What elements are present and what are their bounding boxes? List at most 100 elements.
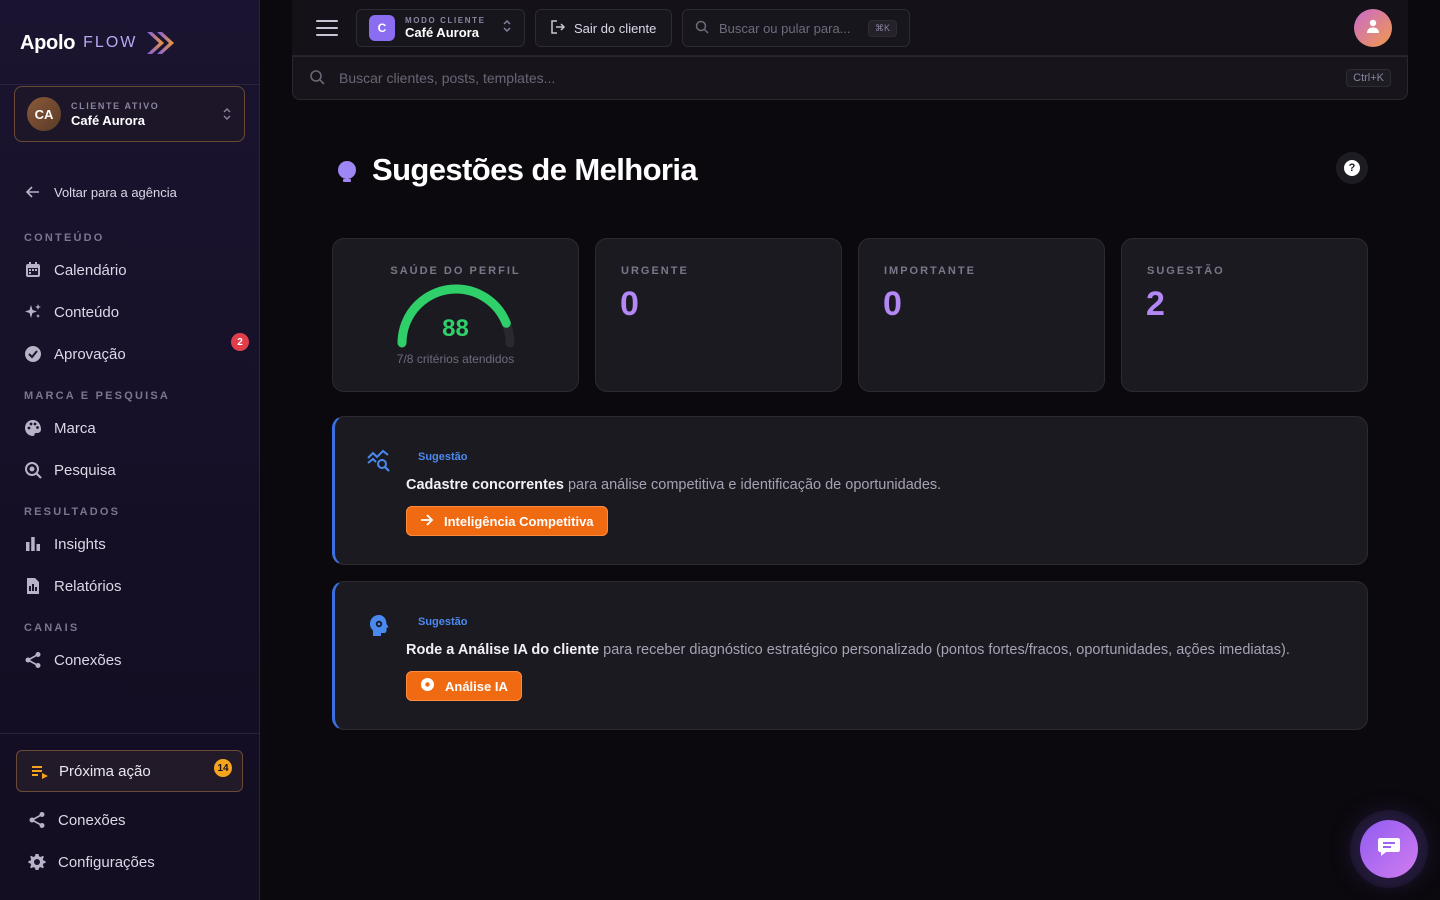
quick-search-shortcut: ⌘K bbox=[867, 19, 897, 37]
competitive-intelligence-button[interactable]: Inteligência Competitiva bbox=[406, 506, 608, 536]
sidebar-label-reports: Relatórios bbox=[54, 577, 122, 595]
global-search-shortcut: Ctrl+K bbox=[1346, 69, 1391, 87]
sparkles-icon bbox=[24, 303, 42, 321]
ai-brain-icon bbox=[420, 677, 435, 695]
competitor-analytics-icon bbox=[365, 447, 393, 475]
bar-chart-icon bbox=[24, 535, 42, 553]
chat-bubble-icon bbox=[1377, 836, 1401, 863]
sidebar-bottom-connections[interactable]: Conexões bbox=[28, 806, 126, 834]
stat-card-suggestion: SUGESTÃO 2 bbox=[1121, 238, 1368, 392]
chevron-logo-icon bbox=[145, 30, 177, 56]
arrow-left-icon bbox=[24, 183, 42, 201]
brand-name: Apolo bbox=[20, 31, 76, 54]
sidebar-item-brand[interactable]: Marca bbox=[24, 414, 96, 442]
competitive-intelligence-label: Inteligência Competitiva bbox=[444, 513, 594, 529]
client-card-label: CLIENTE ATIVO bbox=[71, 100, 160, 111]
stat-value-urgent: 0 bbox=[620, 285, 639, 323]
suggestion-text: Cadastre concorrentes para análise compe… bbox=[406, 477, 941, 493]
stat-value-suggestion: 2 bbox=[1146, 285, 1165, 323]
brand-logo[interactable]: Apolo FLOW bbox=[20, 28, 177, 58]
global-search-bar[interactable]: Buscar clientes, posts, templates... Ctr… bbox=[292, 56, 1408, 100]
updown-chevron-icon bbox=[222, 107, 232, 121]
sidebar-label-content: Conteúdo bbox=[54, 303, 120, 321]
section-channels: CANAIS bbox=[24, 622, 80, 634]
palette-icon bbox=[24, 419, 42, 437]
sidebar-item-content[interactable]: Conteúdo bbox=[24, 298, 119, 326]
research-search-icon bbox=[24, 461, 42, 479]
suggestion-card-competitors: Sugestão Cadastre concorrentes para anál… bbox=[332, 416, 1368, 565]
client-mode-label: MODO CLIENTE bbox=[405, 16, 486, 25]
next-action-badge: 14 bbox=[214, 759, 232, 777]
share-nodes-icon bbox=[24, 651, 42, 669]
sidebar-item-calendar[interactable]: Calendário bbox=[24, 256, 127, 284]
client-mode-avatar: C bbox=[369, 15, 395, 41]
stat-card-urgent: URGENTE 0 bbox=[595, 238, 842, 392]
sidebar-item-reports[interactable]: Relatórios bbox=[24, 572, 122, 600]
suggestion-text: Rode a Análise IA do cliente para recebe… bbox=[406, 642, 1290, 658]
calendar-icon bbox=[24, 261, 42, 279]
updown-chevron-icon bbox=[502, 19, 512, 38]
suggestion-tag: Sugestão bbox=[418, 451, 468, 463]
suggestion-text-bold: Rode a Análise IA do cliente bbox=[406, 642, 600, 658]
section-results: RESULTADOS bbox=[24, 506, 121, 518]
exit-client-label: Sair do cliente bbox=[574, 20, 657, 36]
sidebar-divider bbox=[0, 84, 259, 85]
stat-label-health: SAÚDE DO PERFIL bbox=[390, 265, 521, 277]
help-button[interactable]: ? bbox=[1336, 152, 1368, 184]
section-content: CONTEÚDO bbox=[24, 232, 105, 244]
client-avatar: CA bbox=[27, 97, 61, 131]
chat-fab-button[interactable] bbox=[1360, 820, 1418, 878]
sidebar-bottom-settings[interactable]: Configurações bbox=[28, 848, 155, 876]
stat-label-suggestion: SUGESTÃO bbox=[1147, 265, 1225, 277]
stat-label-important: IMPORTANTE bbox=[884, 265, 976, 277]
search-icon bbox=[309, 69, 325, 88]
client-switcher[interactable]: CA CLIENTE ATIVO Café Aurora bbox=[14, 86, 245, 142]
report-document-icon bbox=[24, 577, 42, 595]
health-score-value: 88 bbox=[442, 315, 469, 342]
sidebar-divider-bottom bbox=[0, 733, 259, 734]
sidebar-item-approval[interactable]: Aprovação bbox=[24, 340, 126, 368]
stat-label-urgent: URGENTE bbox=[621, 265, 689, 277]
suggestion-text-bold: Cadastre concorrentes bbox=[406, 477, 564, 493]
global-search-placeholder: Buscar clientes, posts, templates... bbox=[339, 70, 556, 86]
help-question-icon: ? bbox=[1344, 160, 1360, 176]
client-mode-name: Café Aurora bbox=[405, 25, 479, 40]
sidebar-item-research[interactable]: Pesquisa bbox=[24, 456, 116, 484]
sidebar-label-calendar: Calendário bbox=[54, 261, 127, 279]
sidebar-label-brand: Marca bbox=[54, 419, 96, 437]
sidebar-label-approval: Aprovação bbox=[54, 345, 126, 363]
ai-brain-icon bbox=[365, 612, 393, 640]
top-bar: C MODO CLIENTE Café Aurora Sair do clien… bbox=[292, 0, 1408, 56]
next-action-button[interactable]: Próxima ação 14 bbox=[16, 750, 243, 792]
section-brand: MARCA E PESQUISA bbox=[24, 390, 171, 402]
check-circle-icon bbox=[24, 345, 42, 363]
gear-icon bbox=[28, 853, 46, 871]
client-card-name: Café Aurora bbox=[71, 112, 145, 128]
next-action-label: Próxima ação bbox=[59, 762, 151, 780]
playlist-icon bbox=[31, 762, 49, 780]
exit-client-button[interactable]: Sair do cliente bbox=[535, 9, 672, 47]
back-to-agency-link[interactable]: Voltar para a agência bbox=[24, 178, 177, 206]
user-avatar[interactable] bbox=[1354, 9, 1392, 47]
brand-sub: FLOW bbox=[83, 34, 138, 51]
sidebar: Apolo FLOW CA CLIENTE ATIVO Café Aurora … bbox=[0, 0, 260, 900]
sidebar-label-research: Pesquisa bbox=[54, 461, 116, 479]
sidebar-item-connections[interactable]: Conexões bbox=[24, 646, 122, 674]
page-title: Sugestões de Melhoria bbox=[372, 152, 698, 187]
page-header: Sugestões de Melhoria bbox=[336, 152, 698, 188]
back-label: Voltar para a agência bbox=[54, 184, 177, 200]
ai-analysis-label: Análise IA bbox=[445, 678, 508, 694]
suggestion-tag: Sugestão bbox=[418, 616, 468, 628]
ai-analysis-button[interactable]: Análise IA bbox=[406, 671, 522, 701]
arrow-right-icon bbox=[420, 513, 434, 530]
approval-count-badge: 2 bbox=[231, 333, 249, 351]
quick-search-input[interactable]: Buscar ou pular para... ⌘K bbox=[682, 9, 910, 47]
client-mode-switcher[interactable]: C MODO CLIENTE Café Aurora bbox=[356, 9, 525, 47]
quick-search-placeholder: Buscar ou pular para... bbox=[719, 20, 851, 36]
suggestion-card-ai-analysis: Sugestão Rode a Análise IA do cliente pa… bbox=[332, 581, 1368, 730]
lightbulb-icon bbox=[336, 153, 358, 188]
sidebar-item-insights[interactable]: Insights bbox=[24, 530, 106, 558]
stat-value-important: 0 bbox=[883, 285, 902, 323]
share-nodes-icon bbox=[28, 811, 46, 829]
hamburger-menu-icon[interactable] bbox=[316, 18, 338, 38]
